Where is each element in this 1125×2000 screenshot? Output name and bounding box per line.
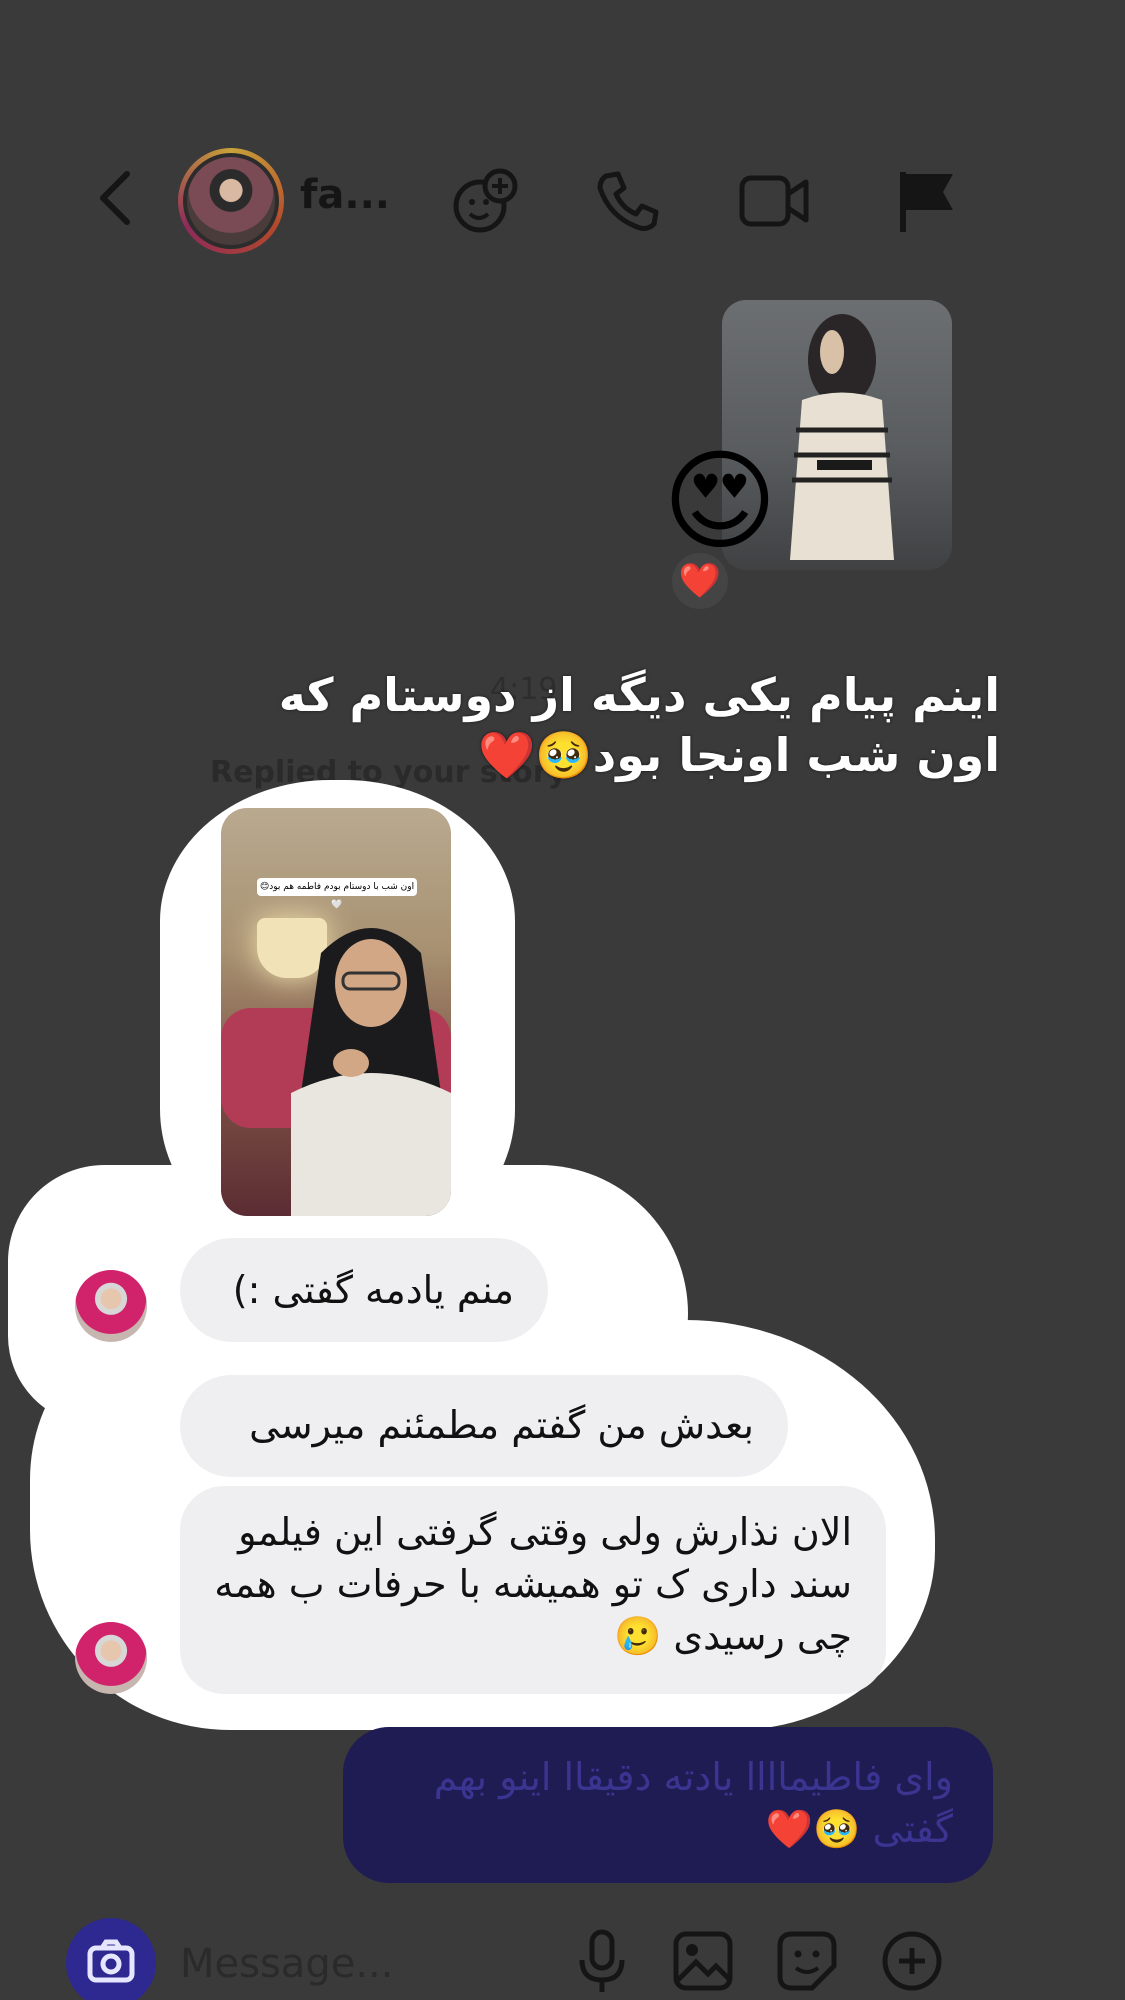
heart-eyes-emoji: 😍	[662, 437, 778, 565]
gallery-icon[interactable]	[668, 1926, 738, 1996]
avatar[interactable]	[75, 1270, 147, 1342]
message-input[interactable]	[180, 1934, 540, 1994]
microphone-icon[interactable]	[567, 1926, 637, 1996]
plus-icon[interactable]	[877, 1926, 947, 1996]
video-icon[interactable]	[738, 168, 810, 234]
story-person-figure	[291, 928, 451, 1216]
chat-header: fa...	[0, 140, 1125, 260]
effects-icon[interactable]	[450, 168, 522, 234]
chevron-left-icon[interactable]	[95, 168, 135, 228]
camera-icon[interactable]	[66, 1918, 156, 2000]
heart-reaction[interactable]: ❤️	[672, 553, 728, 609]
phone-icon[interactable]	[592, 168, 664, 234]
story-text-label: اون شب با دوستام بودم فاطمه هم بود😊🤍	[257, 878, 417, 910]
overlay-caption: اینم پیام یکی دیگه از دوستام که اون شب ا…	[250, 665, 1000, 785]
avatar[interactable]	[75, 1622, 147, 1694]
caption-line: اینم پیام یکی دیگه از دوستام که	[278, 668, 1000, 722]
avatar[interactable]	[178, 148, 284, 254]
username[interactable]: fa...	[300, 172, 390, 218]
replied-story-image[interactable]: اون شب با دوستام بودم فاطمه هم بود😊🤍	[221, 808, 451, 1216]
sticker-icon[interactable]	[772, 1926, 842, 1996]
message-composer	[0, 1900, 1125, 2000]
story-person-figure	[790, 314, 894, 560]
flag-icon[interactable]	[893, 168, 965, 234]
own-message-bubble[interactable]: وای فاطیماااا یادته دقیقاا اینو بهم گفتی…	[343, 1727, 993, 1883]
message-bubble[interactable]: منم یادمه گفتی :)	[180, 1238, 548, 1342]
message-bubble[interactable]: بعدش من گفتم مطمئنم میرسی	[180, 1375, 788, 1477]
caption-line: اون شب اونجا بود🥹❤️	[478, 728, 1000, 782]
message-bubble[interactable]: الان نذارش ولی وقتی گرفتی این فیلمو سند …	[180, 1486, 886, 1694]
